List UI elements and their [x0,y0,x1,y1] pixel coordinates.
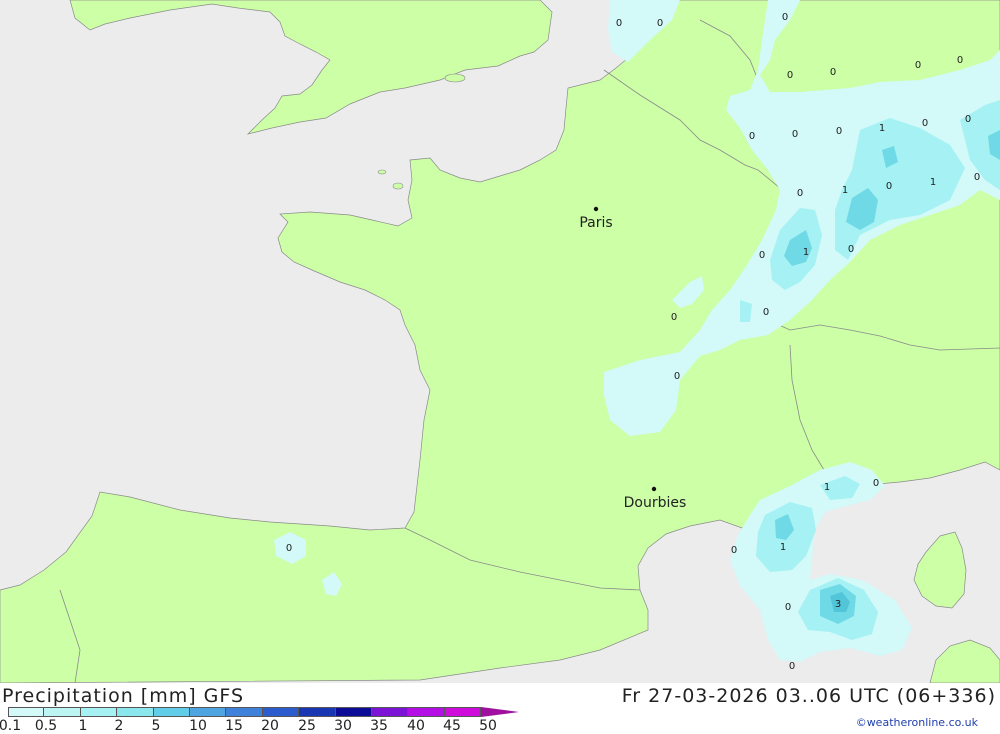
land-island [392,182,404,190]
precip-value: 1 [780,542,786,553]
precip-value: 0 [787,70,793,81]
precip-value: 0 [657,18,663,29]
forecast-datetime: Fr 27-03-2026 03..06 UTC (06+336) [621,685,996,707]
land-island [444,73,466,83]
legend-swatch [8,707,45,717]
land-island [377,169,387,175]
legend-swatch [44,707,81,717]
precip-value: 0 [731,545,737,556]
legend-label: 2 [114,718,124,734]
precip-value: 0 [922,118,928,129]
legend-swatch [262,707,300,717]
legend-label: 0.5 [34,718,58,734]
precip-value: 0 [873,478,879,489]
precip-value: 0 [886,181,892,192]
legend-label: 45 [443,718,461,734]
precip-value: 0 [836,126,842,137]
legend-label: 5 [151,718,161,734]
legend-label: 25 [298,718,316,734]
precip-value: 0 [785,602,791,613]
legend-label: 20 [261,718,279,734]
legend-swatch [444,707,482,717]
legend-swatch [189,707,227,717]
map-footer: Precipitation [mm] GFS Fr 27-03-2026 03.… [0,683,1000,734]
precip-value: 0 [974,172,980,183]
legend-label: 10 [189,718,207,734]
precip-value: 0 [848,244,854,255]
legend-swatch [153,707,190,717]
legend-label: 30 [334,718,352,734]
precip-value: 0 [763,307,769,318]
legend-swatch [117,707,154,717]
precip-value: 0 [616,18,622,29]
precip-value: 0 [782,12,788,23]
legend-swatch [226,707,263,717]
precip-value: 0 [674,371,680,382]
legend-swatch [335,707,372,717]
legend-swatch [80,707,118,717]
legend-swatch [408,707,445,717]
precip-value: 0 [792,129,798,140]
precip-value: 0 [965,114,971,125]
precip-value: 0 [759,250,765,261]
precip-value: 0 [286,543,292,554]
city-label: Paris [579,215,612,231]
legend-arrow [481,707,520,717]
precip-legend-labels: 0.1 0.5 1 2 5 10 15 20 25 30 35 40 45 50 [0,718,540,734]
map-title: Precipitation [mm] GFS [2,685,245,707]
city-label: Dourbies [624,495,687,511]
legend-label: 35 [370,718,388,734]
legend-label: 1 [78,718,88,734]
legend-swatch [299,707,336,717]
precip-value: 1 [824,482,830,493]
precip-value: 1 [842,185,848,196]
precip-value: 0 [749,131,755,142]
precip-value: 3 [835,599,841,610]
precip-value: 0 [671,312,677,323]
precip-value: 0 [957,55,963,66]
precip-value: 0 [830,67,836,78]
city-marker [651,486,657,492]
city-marker [593,206,599,212]
legend-label: 40 [407,718,425,734]
precipitation-map: Paris Dourbies 0 0 0 0 0 0 0 0 0 0 0 1 0… [0,0,1000,683]
legend-label: 0.1 [0,718,22,734]
legend-label: 15 [225,718,243,734]
precip-value: 0 [789,661,795,672]
legend-label: 50 [479,718,497,734]
precip-value: 1 [803,247,809,258]
precip-value: 0 [915,60,921,71]
precip-legend-bar [8,707,520,717]
legend-swatch [371,707,409,717]
copyright-link[interactable]: ©weatheronline.co.uk [856,716,978,729]
precip-value: 1 [930,177,936,188]
precip-value: 1 [879,123,885,134]
precip-value: 0 [797,188,803,199]
